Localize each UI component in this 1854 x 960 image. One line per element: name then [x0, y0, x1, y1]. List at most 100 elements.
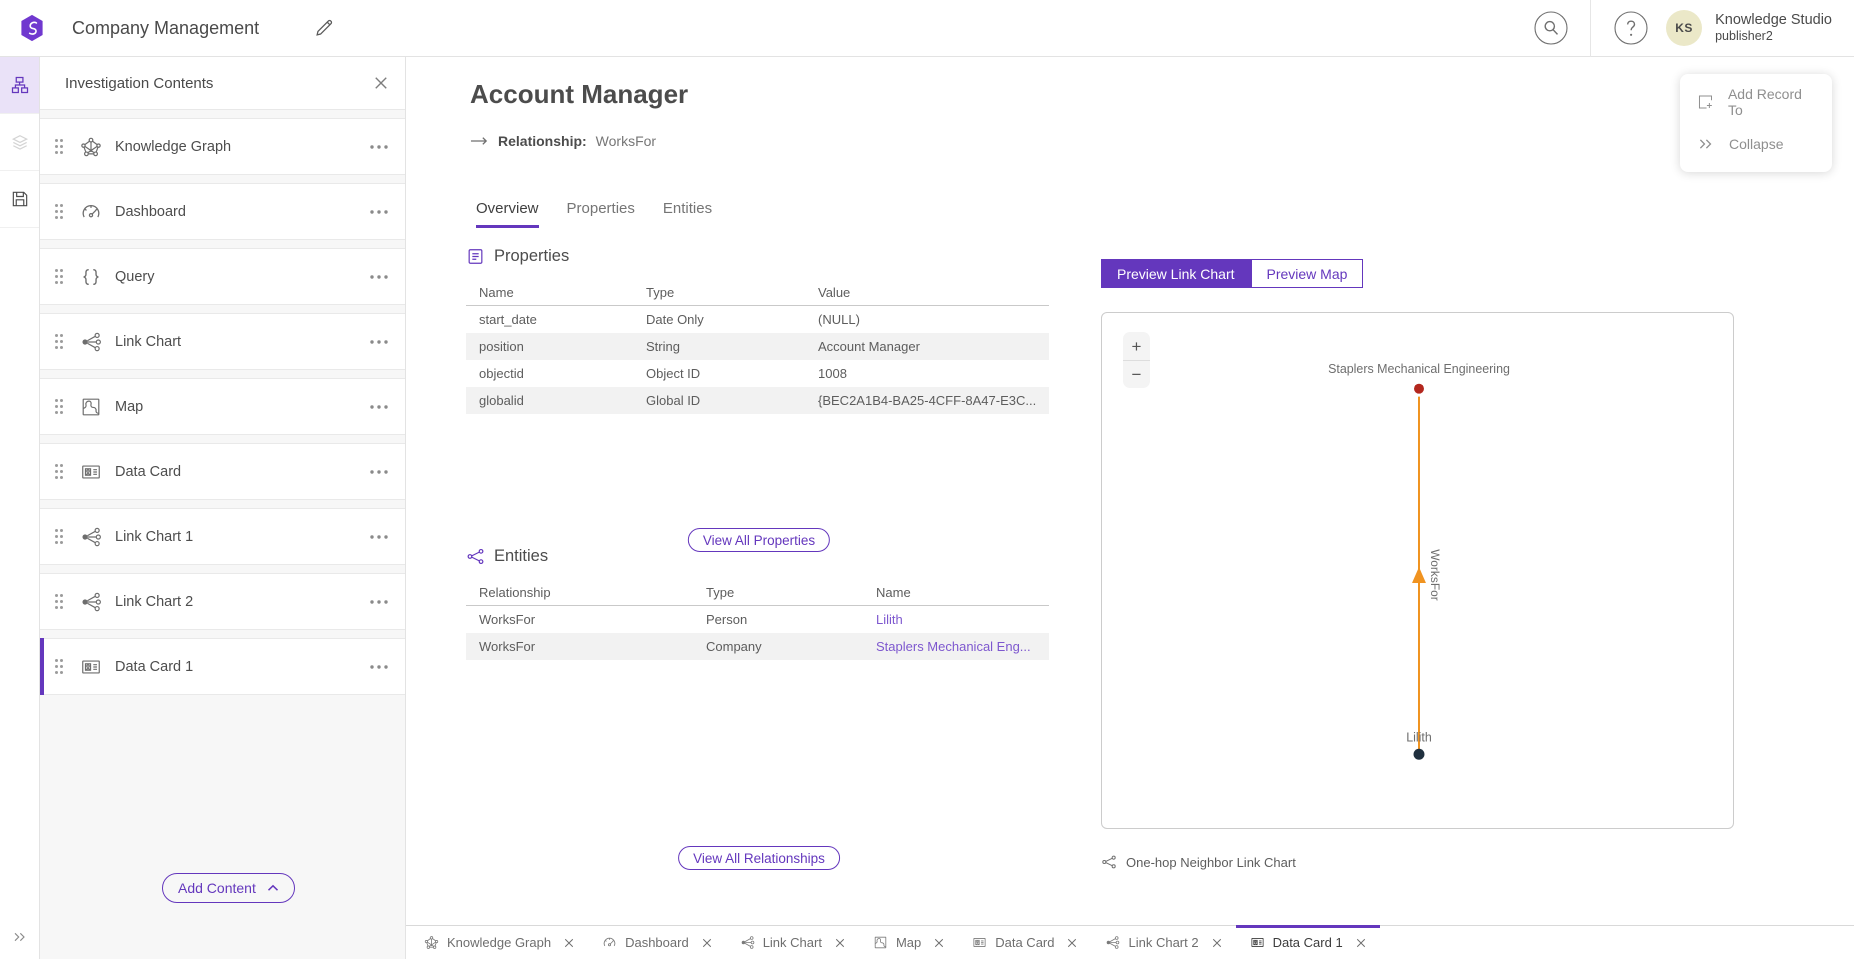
- tab-close-icon[interactable]: [835, 938, 845, 948]
- drag-handle-icon[interactable]: [54, 658, 64, 675]
- search-button[interactable]: [1534, 11, 1568, 45]
- sidebar-item-link-chart-2[interactable]: Link Chart 2: [40, 573, 405, 630]
- edit-title-button[interactable]: [313, 17, 335, 39]
- link-chart-canvas[interactable]: Staplers Mechanical Engineering WorksFor…: [1102, 313, 1733, 828]
- properties-section: Properties NameTypeValue start_date Date…: [466, 247, 1049, 414]
- company-node-dot[interactable]: [1414, 384, 1424, 394]
- sidebar-item-knowledge-graph[interactable]: Knowledge Graph: [40, 118, 405, 175]
- bottom-tab-data-card[interactable]: Data Card: [958, 926, 1091, 960]
- tab-entities[interactable]: Entities: [663, 200, 712, 228]
- item-menu-button[interactable]: [370, 210, 388, 214]
- cell-name: position: [466, 339, 646, 354]
- link-chart-preview-panel: + − Staplers Mechanical Engineering Work…: [1101, 312, 1734, 829]
- bottom-tab-link-chart[interactable]: Link Chart: [726, 926, 859, 960]
- user-block: Knowledge Studio publisher2: [1715, 11, 1832, 45]
- drag-handle-icon[interactable]: [54, 463, 64, 480]
- edge-label: WorksFor: [1428, 549, 1442, 601]
- context-menu: Add Record To Collapse: [1680, 74, 1832, 172]
- tab-close-icon[interactable]: [934, 938, 944, 948]
- tab-properties[interactable]: Properties: [567, 200, 635, 228]
- rail-item-save[interactable]: [0, 171, 39, 228]
- item-menu-button[interactable]: [370, 145, 388, 149]
- cell-relationship: WorksFor: [466, 612, 706, 627]
- drag-handle-icon[interactable]: [54, 333, 64, 350]
- entities-section: Entities RelationshipTypeName WorksFor P…: [466, 547, 1049, 660]
- panel-close-button[interactable]: [374, 76, 388, 90]
- entity-link[interactable]: Lilith: [876, 612, 1049, 627]
- item-menu-button[interactable]: [370, 470, 388, 474]
- dashboard-icon: [80, 201, 102, 223]
- item-menu-button[interactable]: [370, 535, 388, 539]
- item-menu-button[interactable]: [370, 275, 388, 279]
- menu-item-add-record-to[interactable]: Add Record To: [1680, 81, 1832, 123]
- menu-item-label: Collapse: [1729, 136, 1783, 152]
- cell-type: String: [646, 339, 818, 354]
- avatar[interactable]: KS: [1666, 10, 1702, 46]
- cell-type: Global ID: [646, 393, 818, 408]
- entity-link[interactable]: Staplers Mechanical Eng...: [876, 639, 1049, 654]
- bottom-tab-dashboard[interactable]: Dashboard: [588, 926, 726, 960]
- drag-handle-icon[interactable]: [54, 593, 64, 610]
- entities-table: RelationshipTypeName WorksFor Person Lil…: [466, 579, 1049, 660]
- rail-item-layers[interactable]: [0, 114, 39, 171]
- subtitle-label: Relationship:: [498, 133, 587, 149]
- toggle-preview-map[interactable]: Preview Map: [1251, 259, 1364, 288]
- drag-handle-icon[interactable]: [54, 203, 64, 220]
- sidebar-item-data-card[interactable]: Data Card: [40, 443, 405, 500]
- column-header-relationship: Relationship: [466, 585, 706, 600]
- user-role: publisher2: [1715, 29, 1832, 45]
- zoom-out-button[interactable]: −: [1123, 360, 1150, 388]
- cell-name: start_date: [466, 312, 646, 327]
- table-row: WorksFor Person Lilith: [466, 606, 1049, 633]
- view-all-relationships-button[interactable]: View All Relationships: [678, 846, 840, 870]
- item-menu-button[interactable]: [370, 600, 388, 604]
- tab-overview[interactable]: Overview: [476, 200, 539, 228]
- drag-handle-icon[interactable]: [54, 268, 64, 285]
- preview-toggle: Preview Link ChartPreview Map: [1101, 259, 1363, 288]
- sidebar-item-query[interactable]: Query: [40, 248, 405, 305]
- tab-close-icon[interactable]: [564, 938, 574, 948]
- cell-type: Object ID: [646, 366, 818, 381]
- zoom-in-button[interactable]: +: [1123, 332, 1150, 360]
- bottom-tab-link-chart-2[interactable]: Link Chart 2: [1091, 926, 1235, 960]
- rail-item-investigation-contents[interactable]: [0, 57, 39, 114]
- menu-item-collapse[interactable]: Collapse: [1680, 123, 1832, 165]
- item-label: Map: [115, 399, 143, 415]
- chart-caption-label: One-hop Neighbor Link Chart: [1126, 855, 1296, 870]
- sidebar-item-link-chart-1[interactable]: Link Chart 1: [40, 508, 405, 565]
- item-menu-button[interactable]: [370, 405, 388, 409]
- tab-close-icon[interactable]: [1356, 938, 1366, 948]
- pencil-icon: [313, 17, 335, 39]
- sidebar-item-map[interactable]: Map: [40, 378, 405, 435]
- sidebar-item-data-card-1[interactable]: Data Card 1: [40, 638, 405, 695]
- bottom-tab-map[interactable]: Map: [859, 926, 958, 960]
- bottom-tab-label: Data Card: [995, 935, 1054, 950]
- investigation-contents-panel: Investigation Contents Knowledge Graph D…: [40, 57, 406, 959]
- item-menu-button[interactable]: [370, 665, 388, 669]
- help-button[interactable]: [1614, 11, 1648, 45]
- drag-handle-icon[interactable]: [54, 528, 64, 545]
- sidebar-item-link-chart[interactable]: Link Chart: [40, 313, 405, 370]
- expand-panel-button[interactable]: [0, 928, 40, 946]
- properties-table-body: start_date Date Only (NULL) position Str…: [466, 306, 1049, 414]
- tab-close-icon[interactable]: [702, 938, 712, 948]
- collapse-icon: [1697, 135, 1715, 153]
- tab-close-icon[interactable]: [1212, 938, 1222, 948]
- person-node-label: Lilith: [1406, 730, 1432, 744]
- tab-close-icon[interactable]: [1067, 938, 1077, 948]
- menu-item-label: Add Record To: [1728, 86, 1815, 118]
- company-node-label: Staplers Mechanical Engineering: [1328, 362, 1510, 376]
- sidebar-item-dashboard[interactable]: Dashboard: [40, 183, 405, 240]
- panel-header: Investigation Contents: [40, 57, 405, 110]
- drag-handle-icon[interactable]: [54, 398, 64, 415]
- bottom-tab-data-card-1[interactable]: Data Card 1: [1236, 926, 1380, 960]
- chevron-up-icon: [267, 884, 279, 892]
- person-node-dot[interactable]: [1414, 749, 1425, 760]
- app-logo-icon[interactable]: [17, 13, 47, 43]
- bottom-tab-knowledge-graph[interactable]: Knowledge Graph: [410, 926, 588, 960]
- drag-handle-icon[interactable]: [54, 138, 64, 155]
- toggle-preview-link-chart[interactable]: Preview Link Chart: [1101, 259, 1251, 288]
- add-content-button[interactable]: Add Content: [162, 873, 295, 903]
- map-icon: [80, 396, 102, 418]
- item-menu-button[interactable]: [370, 340, 388, 344]
